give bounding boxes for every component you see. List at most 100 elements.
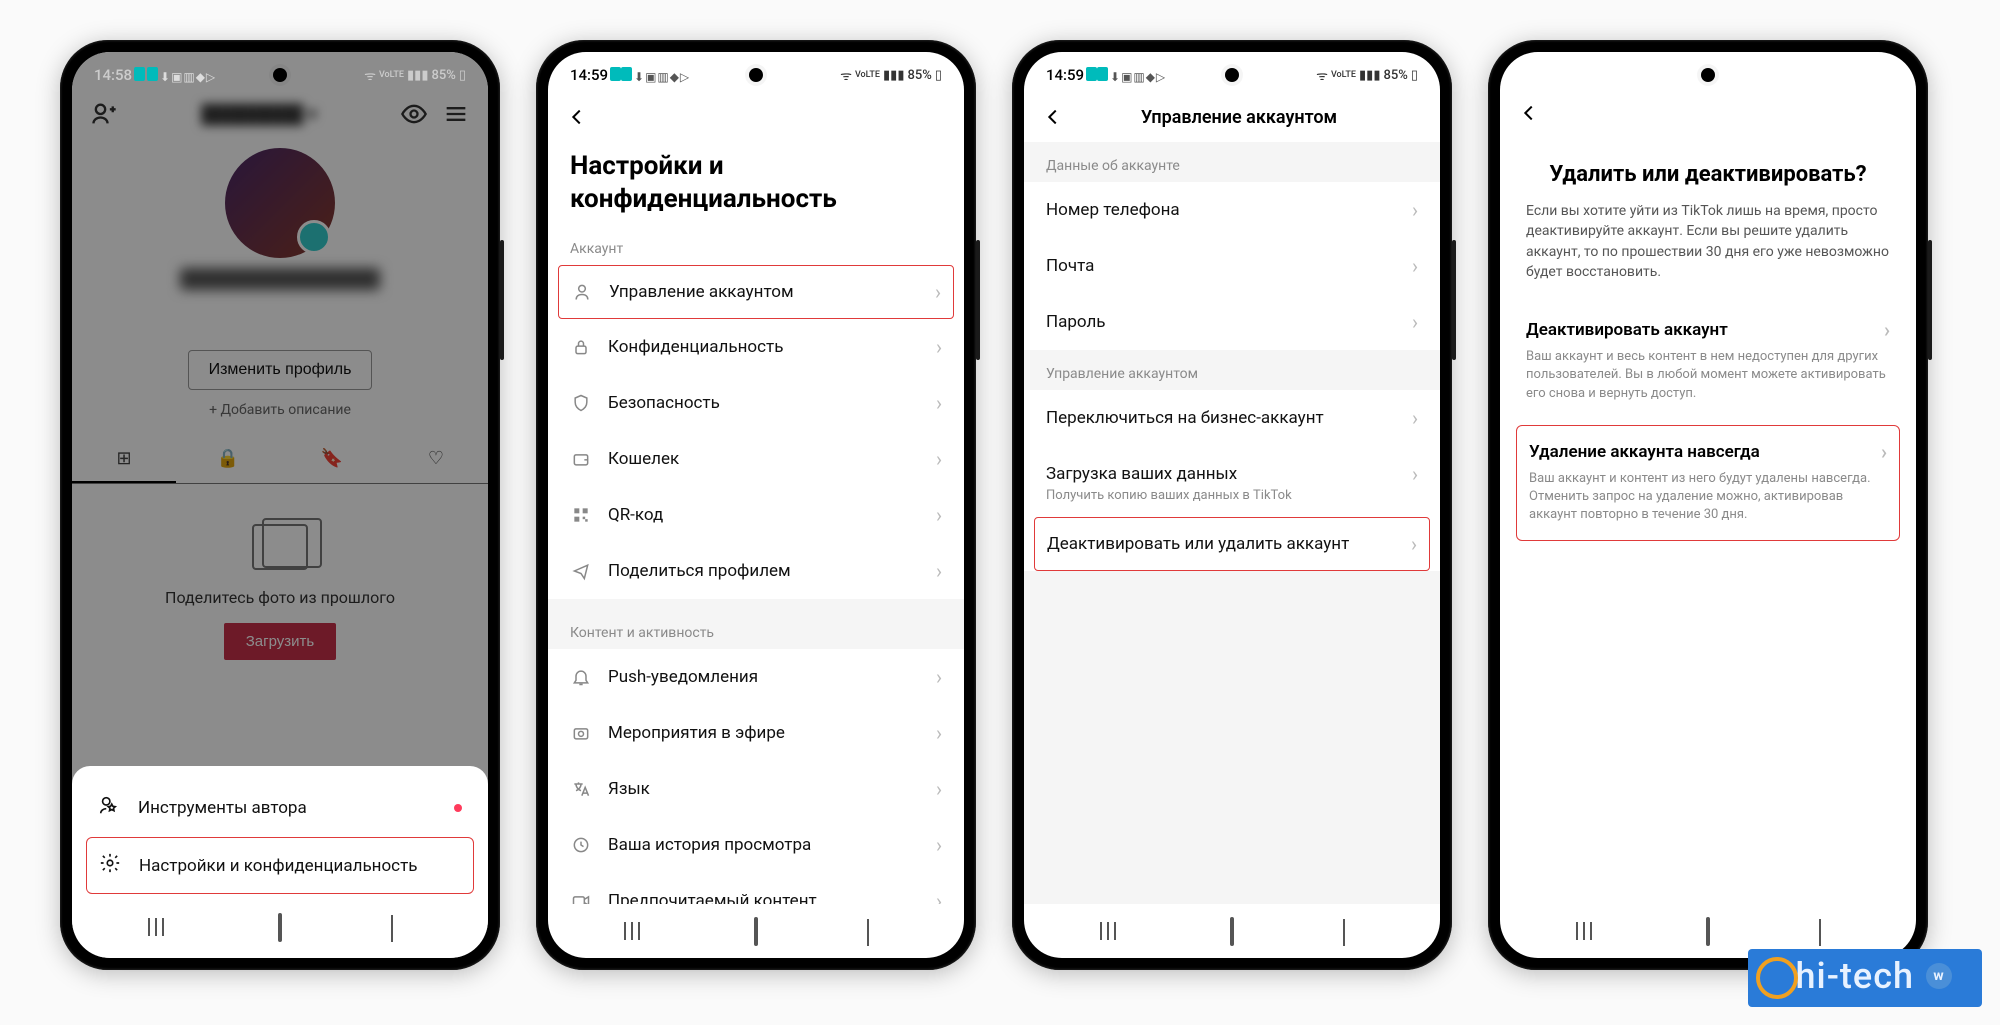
phone-frame-3: 14:59 ⬇ ▣ ▥ ◆ ▷ ᯤ VoLTE ▮▮▮ 85% ▯ Управл… <box>1012 40 1452 970</box>
back-button[interactable] <box>1800 919 1840 944</box>
option-title: Удаление аккаунта навсегда <box>1529 442 1760 462</box>
row-email[interactable]: Почта › <box>1024 238 1440 294</box>
chevron-right-icon: › <box>1412 254 1418 278</box>
back-button[interactable] <box>848 919 888 944</box>
row-label: Почта <box>1046 256 1396 276</box>
page-description: Если вы хотите уйти из TikTok лишь на вр… <box>1500 201 1916 304</box>
home-button[interactable] <box>736 919 776 944</box>
battery-icon: ▯ <box>935 68 942 83</box>
volte-label: VoLTE <box>379 70 404 80</box>
signal-icon: ▮▮▮ <box>407 68 428 83</box>
chevron-right-icon: › <box>1412 406 1418 430</box>
option-delete-permanently[interactable]: Удаление аккаунта навсегда › Ваш аккаунт … <box>1516 425 1900 542</box>
row-label: Предпочитаемый контент <box>608 891 920 904</box>
status-notification-icons: ⬇ ▣ ▥ ◆ ▷ <box>610 67 688 84</box>
phone-frame-4: Удалить или деактивировать? Если вы хоти… <box>1488 40 1928 970</box>
sheet-label: Настройки и конфиденциальность <box>139 856 417 876</box>
section-header-account-data: Данные об аккаунте <box>1024 142 1440 182</box>
share-icon <box>570 561 592 581</box>
row-content-preferences[interactable]: Предпочитаемый контент › <box>548 873 964 904</box>
chevron-right-icon: › <box>936 391 942 415</box>
row-language[interactable]: Язык › <box>548 761 964 817</box>
row-watch-history[interactable]: Ваша история просмотра › <box>548 817 964 873</box>
row-label: Загрузка ваших данных <box>1046 464 1412 484</box>
sheet-item-creator-tools[interactable]: Инструменты автора <box>72 778 488 837</box>
row-password[interactable]: Пароль› <box>1024 294 1440 350</box>
chevron-right-icon: › <box>936 889 942 904</box>
camera-icon <box>570 723 592 743</box>
battery-percent: 85% <box>1383 68 1407 83</box>
chevron-right-icon: › <box>1412 310 1418 334</box>
row-phone-number[interactable]: Номер телефона› <box>1024 182 1440 238</box>
row-subtitle: Получить копию ваших данных в TikTok <box>1046 488 1418 503</box>
row-push-notifications[interactable]: Push-уведомления › <box>548 649 964 705</box>
back-button[interactable] <box>372 915 412 940</box>
sheet-label: Инструменты автора <box>138 798 307 818</box>
row-label: Деактивировать или удалить аккаунт <box>1047 534 1395 554</box>
status-time: 14:58 <box>94 66 132 84</box>
chevron-right-icon: › <box>936 833 942 857</box>
row-deactivate-delete[interactable]: Деактивировать или удалить аккаунт› <box>1034 517 1430 571</box>
status-notification-icons: ⬇ ▣ ▥ ◆ ▷ <box>134 67 214 84</box>
vk-icon: w <box>1926 963 1952 989</box>
home-button[interactable] <box>260 915 300 940</box>
row-label: Язык <box>608 779 920 799</box>
home-button[interactable] <box>1688 919 1728 944</box>
option-title: Деактивировать аккаунт <box>1526 320 1728 340</box>
row-label: Безопасность <box>608 393 920 413</box>
row-label: Ваша история просмотра <box>608 835 920 855</box>
row-label: Кошелек <box>608 449 920 469</box>
battery-icon: ▯ <box>459 68 466 83</box>
row-live-events[interactable]: Мероприятия в эфире › <box>548 705 964 761</box>
row-download-data[interactable]: Загрузка ваших данных› Получить копию ва… <box>1024 446 1440 517</box>
back-arrow-icon[interactable] <box>1042 106 1064 128</box>
page-title: Управление аккаунтом <box>1078 107 1400 128</box>
recent-apps-button[interactable] <box>148 918 188 936</box>
recent-apps-button[interactable] <box>1576 922 1616 940</box>
option-description: Ваш аккаунт и контент из него будут удал… <box>1529 470 1887 525</box>
back-arrow-icon[interactable] <box>566 106 588 128</box>
android-nav-bar <box>72 900 488 954</box>
watermark-text: hi-tech <box>1796 955 1914 997</box>
front-camera-icon <box>1225 68 1239 82</box>
row-privacy[interactable]: Конфиденциальность › <box>548 319 964 375</box>
language-icon <box>570 779 592 799</box>
notification-dot-icon <box>454 804 462 812</box>
volte-label: VoLTE <box>1331 70 1356 80</box>
battery-percent: 85% <box>431 68 455 83</box>
chevron-right-icon: › <box>936 335 942 359</box>
chevron-right-icon: › <box>1412 462 1418 486</box>
chevron-right-icon: › <box>1881 440 1887 464</box>
back-arrow-icon[interactable] <box>1518 102 1540 124</box>
option-deactivate[interactable]: Деактивировать аккаунт› Ваш аккаунт и ве… <box>1500 304 1916 419</box>
home-button[interactable] <box>1212 919 1252 944</box>
row-qr-code[interactable]: QR-код › <box>548 487 964 543</box>
front-camera-icon <box>1701 68 1715 82</box>
row-switch-business[interactable]: Переключиться на бизнес-аккаунт› <box>1024 390 1440 446</box>
page-title: Настройки и конфиденциальность <box>548 142 964 233</box>
volte-label: VoLTE <box>855 70 880 80</box>
video-icon <box>570 891 592 904</box>
row-security[interactable]: Безопасность › <box>548 375 964 431</box>
bottom-sheet: Инструменты автора Настройки и конфиденц… <box>72 766 488 958</box>
chevron-right-icon: › <box>936 447 942 471</box>
recent-apps-button[interactable] <box>1100 922 1140 940</box>
row-account-management[interactable]: Управление аккаунтом › <box>558 265 954 319</box>
row-share-profile[interactable]: Поделиться профилем › <box>548 543 964 599</box>
status-notification-icons: ⬇ ▣ ▥ ◆ ▷ <box>1086 67 1164 84</box>
back-button[interactable] <box>1324 919 1364 944</box>
row-label: Управление аккаунтом <box>609 282 919 302</box>
section-header-manage-account: Управление аккаунтом <box>1024 350 1440 390</box>
watermark-badge: hi-tech w <box>1748 949 1982 1007</box>
front-camera-icon <box>749 68 763 82</box>
status-time: 14:59 <box>1046 66 1084 84</box>
recent-apps-button[interactable] <box>624 922 664 940</box>
wallet-icon <box>570 449 592 469</box>
row-wallet[interactable]: Кошелек › <box>548 431 964 487</box>
qr-icon <box>570 505 592 525</box>
battery-percent: 85% <box>907 68 931 83</box>
lock-icon <box>570 337 592 357</box>
sheet-item-settings-privacy[interactable]: Настройки и конфиденциальность <box>86 837 474 894</box>
option-description: Ваш аккаунт и весь контент в нем недосту… <box>1526 348 1890 403</box>
android-nav-bar <box>548 904 964 958</box>
